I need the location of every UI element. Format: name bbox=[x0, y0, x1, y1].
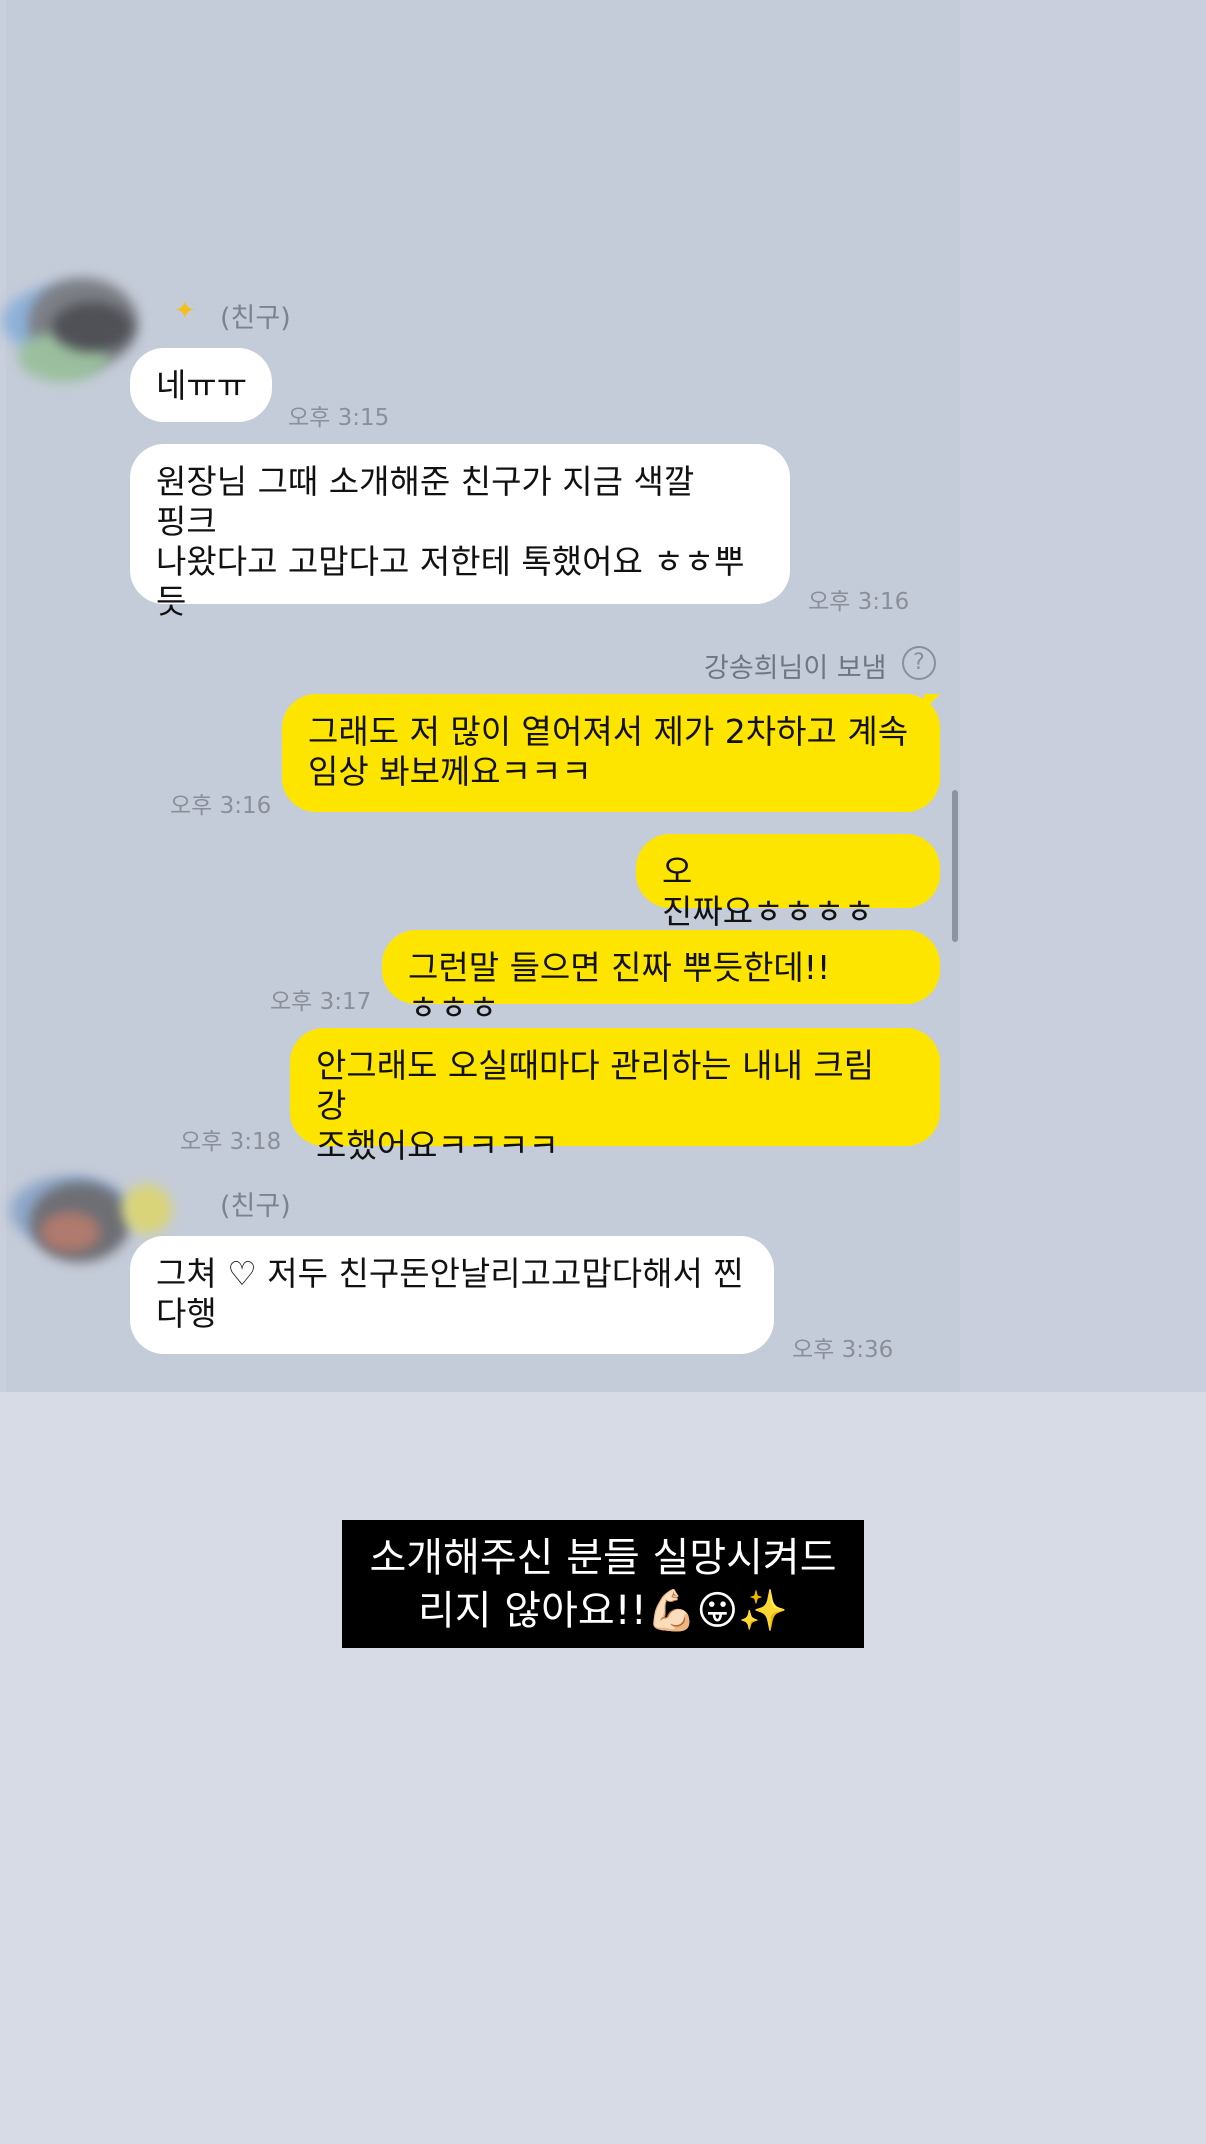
message-time: 오후 3:36 bbox=[792, 1337, 894, 1363]
scrollbar[interactable] bbox=[952, 790, 958, 942]
message-bubble[interactable]: 그쳐 ♡ 저두 친구돈안날리고고맙다해서 찐 다행 bbox=[130, 1236, 774, 1354]
sparkle-icon: ✦ bbox=[174, 296, 196, 326]
message-time: 오후 3:17 bbox=[270, 989, 372, 1015]
message-bubble[interactable]: 오 진짜요ㅎㅎㅎㅎ bbox=[636, 834, 940, 931]
message-time: 오후 3:16 bbox=[170, 793, 272, 819]
message-bubble[interactable]: 그래도 저 많이 옅어져서 제가 2차하고 계속 임상 봐보께요ㅋㅋㅋ bbox=[282, 694, 940, 812]
friend-label: (친구) bbox=[220, 303, 291, 334]
message-time: 오후 3:15 bbox=[288, 405, 390, 431]
message-bubble[interactable]: 그런말 들으면 진짜 뿌듯한데!!ㅎㅎㅎ bbox=[382, 930, 940, 1027]
friend-avatar[interactable] bbox=[2, 272, 152, 392]
caption-line: 리지 않아요!!💪🏻😛✨ bbox=[417, 1588, 789, 1634]
message-bubble[interactable]: 네ㅠㅠ bbox=[130, 348, 272, 422]
caption-line: 소개해주신 분들 실망시켜드 bbox=[369, 1535, 837, 1581]
message-time: 오후 3:16 bbox=[808, 589, 910, 615]
bubble-tail bbox=[924, 694, 940, 710]
help-circle-icon[interactable]: ? bbox=[902, 646, 936, 680]
message-bubble[interactable]: 안그래도 오실때마다 관리하는 내내 크림 강 조했어요ㅋㅋㅋㅋ bbox=[290, 1028, 940, 1165]
message-time: 오후 3:18 bbox=[180, 1129, 282, 1155]
message-bubble[interactable]: 원장님 그때 소개해준 친구가 지금 색깔 핑크 나왔다고 고맙다고 저한테 톡… bbox=[130, 444, 790, 621]
sent-by-label: 강송희님이 보냄 bbox=[704, 653, 887, 684]
caption-box: 소개해주신 분들 실망시켜드 리지 않아요!!💪🏻😛✨ bbox=[342, 1520, 864, 1648]
chat-screenshot: ✦ (친구) 네ㅠㅠ 오후 3:15 원장님 그때 소개해준 친구가 지금 색깔… bbox=[2, 0, 960, 1392]
friend-label: (친구) bbox=[220, 1191, 291, 1222]
